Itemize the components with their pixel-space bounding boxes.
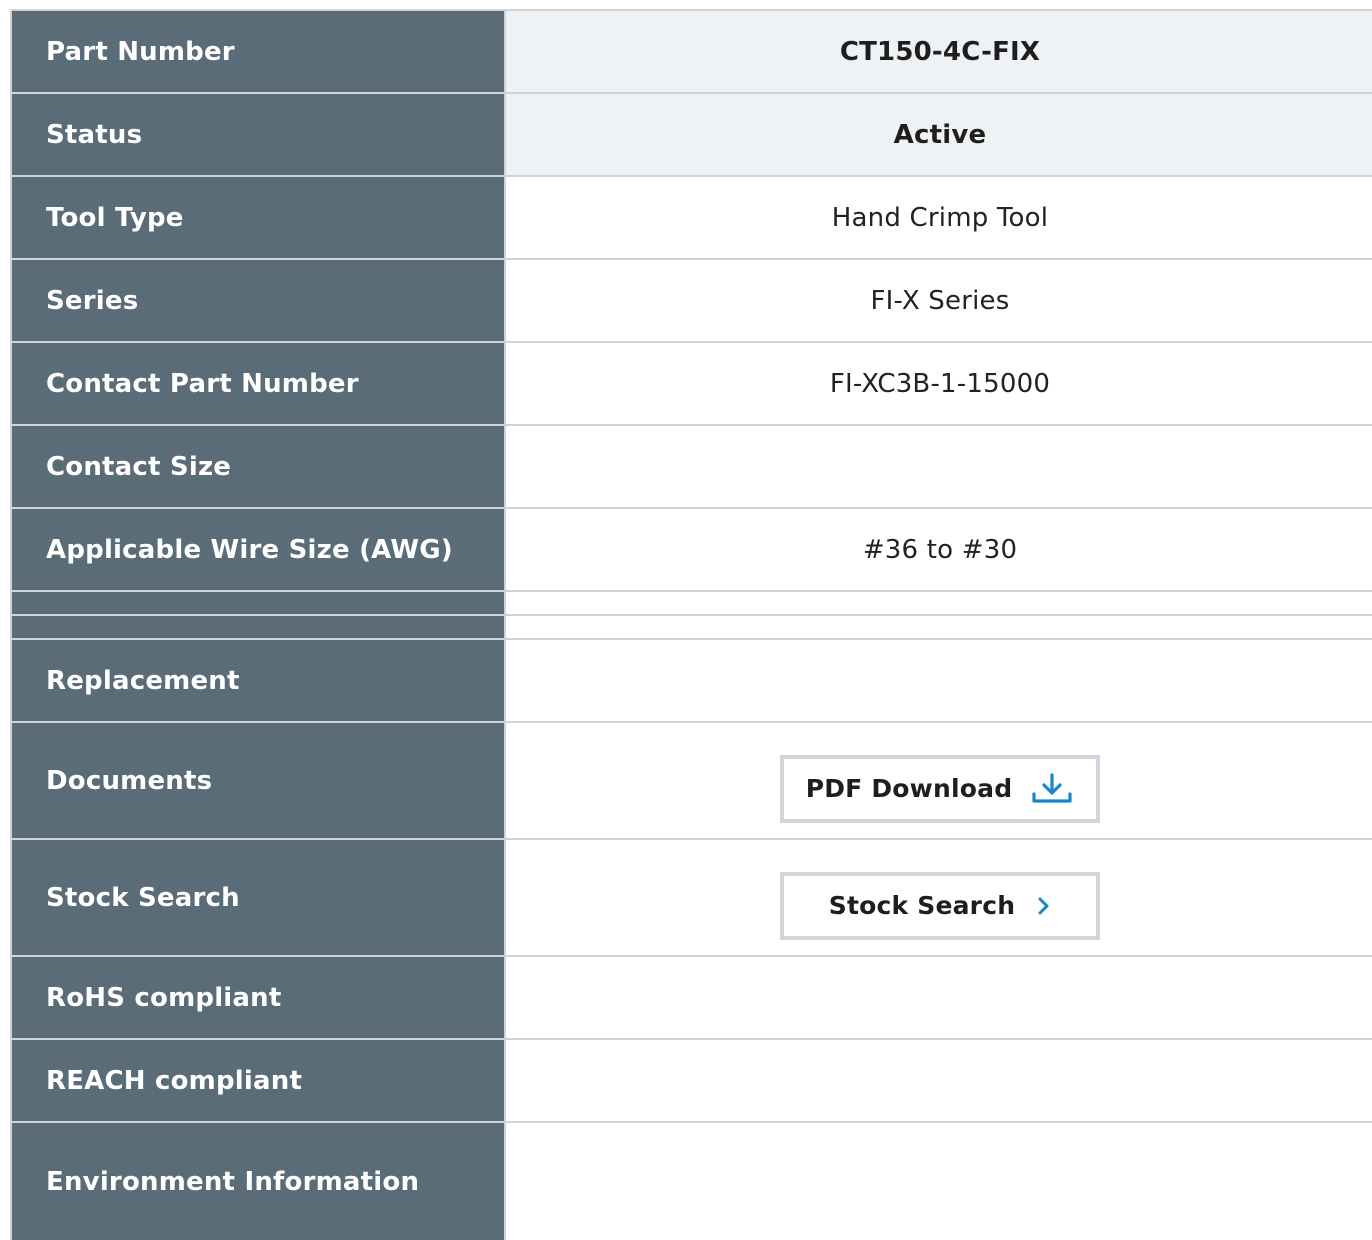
stock-search-label: Stock Search	[12, 840, 506, 955]
wire-size-value: #36 to #30	[862, 534, 1018, 565]
replacement-value	[506, 640, 1372, 721]
pdf-download-button[interactable]: PDF Download	[780, 754, 1100, 823]
part-number-label: Part Number	[12, 11, 506, 92]
stock-search-button-label: Stock Search	[828, 891, 1016, 920]
environment-value	[506, 1123, 1372, 1240]
chevron-right-icon	[1037, 896, 1051, 916]
empty-label-2	[12, 616, 506, 638]
tool-type-value: Hand Crimp Tool	[831, 202, 1049, 233]
rohs-value	[506, 957, 1372, 1038]
part-number-value: CT150-4C-FIX	[506, 11, 1372, 92]
contact-part-number-label: Contact Part Number	[12, 343, 506, 424]
row-documents: Documents PDF Download	[12, 723, 1372, 840]
contact-size-value	[506, 426, 1372, 507]
wire-size-label: Applicable Wire Size (AWG)	[12, 509, 506, 590]
documents-label: Documents	[12, 723, 506, 838]
stock-search-value: Stock Search	[506, 840, 1372, 955]
series-label: Series	[12, 260, 506, 341]
contact-part-number-value: FI-XC3B-1-15000	[829, 368, 1051, 399]
documents-value: PDF Download	[506, 723, 1372, 838]
row-empty-2	[12, 616, 1372, 640]
empty-value-1	[506, 592, 1372, 614]
replacement-label: Replacement	[12, 640, 506, 721]
tool-type-label: Tool Type	[12, 177, 506, 258]
row-empty-1	[12, 592, 1372, 616]
spec-table: Part Number CT150-4C-FIX Status Active T…	[10, 9, 1372, 1240]
reach-label: REACH compliant	[12, 1040, 506, 1121]
reach-value	[506, 1040, 1372, 1121]
status-label: Status	[12, 94, 506, 175]
download-icon	[1030, 772, 1074, 806]
row-stock-search: Stock Search Stock Search	[12, 840, 1372, 957]
row-rohs: RoHS compliant	[12, 957, 1372, 1040]
row-tool-type: Tool Type Hand Crimp Tool	[12, 177, 1372, 260]
empty-label-1	[12, 592, 506, 614]
row-part-number: Part Number CT150-4C-FIX	[12, 11, 1372, 94]
row-series: Series FI-X Series	[12, 260, 1372, 343]
pdf-download-label: PDF Download	[805, 774, 1013, 803]
row-replacement: Replacement	[12, 640, 1372, 723]
row-contact-part-number: Contact Part Number FI-XC3B-1-15000	[12, 343, 1372, 426]
empty-value-2	[506, 616, 1372, 638]
row-status: Status Active	[12, 94, 1372, 177]
row-wire-size: Applicable Wire Size (AWG) #36 to #30	[12, 509, 1372, 592]
rohs-label: RoHS compliant	[12, 957, 506, 1038]
row-contact-size: Contact Size	[12, 426, 1372, 509]
row-environment: Environment Information	[12, 1123, 1372, 1240]
series-value: FI-X Series	[870, 285, 1010, 316]
status-value: Active	[506, 94, 1372, 175]
environment-label: Environment Information	[12, 1123, 506, 1240]
contact-size-label: Contact Size	[12, 426, 506, 507]
stock-search-button[interactable]: Stock Search	[780, 871, 1100, 940]
row-reach: REACH compliant	[12, 1040, 1372, 1123]
